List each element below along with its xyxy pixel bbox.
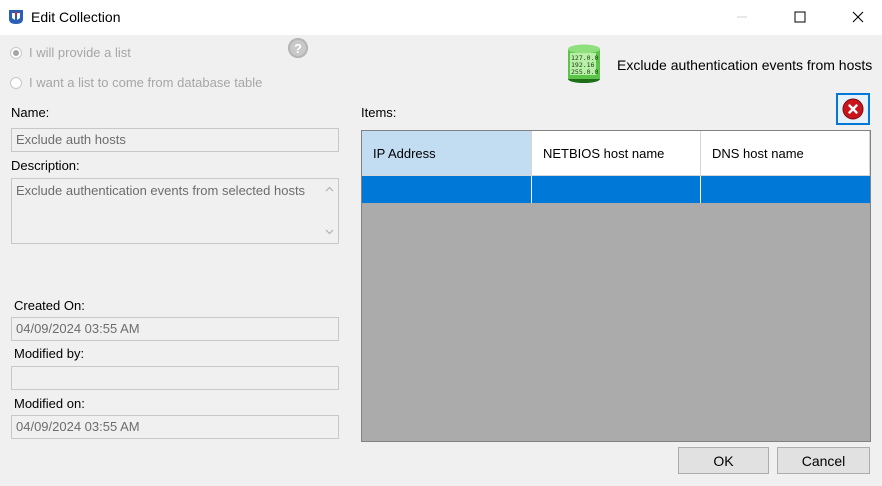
name-label: Name: [11,105,50,120]
column-header-dns-host-name[interactable]: DNS host name [701,131,870,176]
column-header-netbios-host-name[interactable]: NETBIOS host name [532,131,701,176]
modified-by-field[interactable] [11,366,339,390]
modified-on-label: Modified on: [14,396,85,411]
modified-by-label: Modified by: [14,346,85,361]
cell-netbios-host-name[interactable] [532,176,701,203]
cancel-button[interactable]: Cancel [777,447,870,474]
close-button[interactable] [836,0,880,34]
created-on-label: Created On: [14,298,85,313]
collection-header-description: Exclude authentication events from hosts [617,57,873,73]
remove-item-button[interactable] [836,93,870,125]
close-icon [852,11,864,23]
maximize-icon [794,11,806,23]
radio-provide-list[interactable]: I will provide a list [10,45,131,60]
app-logo-icon [9,10,23,24]
name-field[interactable]: Exclude auth hosts [11,128,339,152]
minimize-button[interactable] [720,0,764,34]
help-icon[interactable]: ? [288,38,308,58]
svg-text:255.0.0: 255.0.0 [571,68,598,76]
minimize-icon [737,16,747,18]
window-title: Edit Collection [31,9,121,25]
ok-button[interactable]: OK [678,447,769,474]
radio-button[interactable] [10,76,22,89]
remove-icon [842,98,864,120]
items-label: Items: [361,105,397,120]
description-text: Exclude authentication events from selec… [16,183,306,198]
radio-database-table-label: I want a list to come from database tabl… [29,75,263,90]
table-row[interactable] [362,176,870,203]
created-on-field[interactable]: 04/09/2024 03:55 AM [11,317,339,341]
description-field[interactable]: Exclude authentication events from selec… [11,178,339,244]
column-header-ip-address[interactable]: IP Address [362,131,532,176]
radio-database-table[interactable]: I want a list to come from database tabl… [10,75,262,90]
maximize-button[interactable] [778,0,822,34]
cell-dns-host-name[interactable] [701,176,870,203]
database-icon: 127.0.0 192.16 255.0.0 [568,44,600,83]
radio-provide-list-label: I will provide a list [29,45,131,60]
description-label: Description: [11,158,80,173]
cell-ip-address[interactable] [362,176,532,203]
title-bar: Edit Collection [0,0,882,35]
description-scrollbar[interactable] [321,179,338,243]
items-grid[interactable]: IP Address NETBIOS host name DNS host na… [361,130,871,442]
scroll-down-icon[interactable] [325,227,334,236]
modified-on-field[interactable]: 04/09/2024 03:55 AM [11,415,339,439]
items-grid-header: IP Address NETBIOS host name DNS host na… [362,131,870,176]
scroll-up-icon[interactable] [325,185,334,194]
radio-button-checked[interactable] [10,46,22,59]
